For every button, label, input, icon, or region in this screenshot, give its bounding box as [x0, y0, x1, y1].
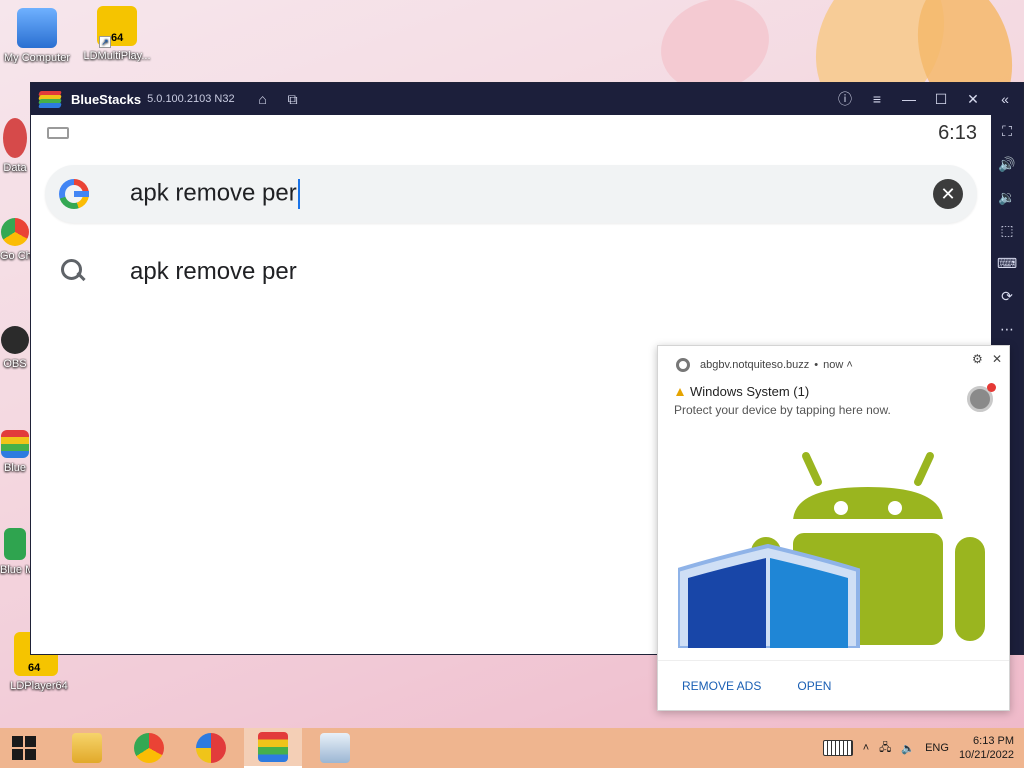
notification-actions: REMOVE ADS OPEN	[658, 660, 1009, 710]
help-icon[interactable]: ⓘ	[835, 89, 855, 109]
computer-icon	[17, 8, 57, 48]
android-status-bar: 6:13	[31, 115, 991, 151]
keyboard-icon[interactable]: ⌨	[991, 247, 1023, 280]
close-icon[interactable]: ✕	[963, 89, 983, 109]
menu-icon[interactable]: ≡	[867, 89, 887, 109]
desktop-icon-bluestacks-multi[interactable]: Blue Multi	[0, 528, 30, 576]
maximize-icon[interactable]: ☐	[931, 89, 951, 109]
taskbar-chrome[interactable]	[120, 728, 178, 768]
vpn-icon	[196, 733, 226, 763]
bluestacks-icon	[1, 430, 29, 458]
system-tray: ˄ 🖧 🔈 ENG 6:13 PM 10/21/2022	[822, 734, 1024, 762]
home-icon[interactable]: ⌂	[253, 89, 273, 109]
volume-up-icon[interactable]: 🔊	[991, 148, 1023, 181]
app-version: 5.0.100.2103 N32	[147, 93, 235, 105]
google-logo-icon	[59, 179, 89, 209]
notification-body: Protect your device by tapping here now.	[674, 403, 891, 417]
notification-image	[678, 434, 996, 648]
fullscreen-icon[interactable]: ⛶	[991, 115, 1023, 148]
chrome-icon	[134, 733, 164, 763]
notification-source: abgbv.notquiteso.buzz	[700, 359, 810, 371]
bluestacks-titlebar[interactable]: BlueStacks 5.0.100.2103 N32 ⌂ ⧉ ⓘ ≡ — ☐ …	[31, 83, 1023, 115]
android-shield-illustration	[678, 452, 991, 648]
text-caret	[297, 179, 300, 209]
taskbar-file-explorer[interactable]	[58, 728, 116, 768]
search-suggestion[interactable]: apk remove per	[45, 245, 977, 299]
touch-keyboard-icon[interactable]	[822, 740, 853, 756]
clear-search-button[interactable]: ✕	[933, 179, 963, 209]
app-title: BlueStacks	[71, 91, 142, 107]
remove-ads-button[interactable]: REMOVE ADS	[682, 679, 761, 693]
windows-logo-icon	[12, 736, 36, 760]
chrome-icon	[1, 218, 29, 246]
open-button[interactable]: OPEN	[797, 679, 831, 693]
close-icon[interactable]: ✕	[992, 352, 1002, 366]
network-icon[interactable]: 🖧	[879, 739, 891, 758]
search-input[interactable]: apk remove per	[130, 179, 933, 209]
taskbar-monitor[interactable]	[306, 728, 364, 768]
ldmultiplayer-icon: 64 ↗	[97, 6, 137, 48]
language-indicator[interactable]: ENG	[925, 742, 949, 754]
search-icon	[61, 259, 87, 285]
gear-icon[interactable]: ⚙	[972, 352, 983, 366]
show-hidden-icons-icon[interactable]: ˄	[863, 742, 869, 754]
taskbar-bluestacks[interactable]	[244, 728, 302, 768]
volume-down-icon[interactable]: 🔉	[991, 181, 1023, 214]
desktop-icon-data[interactable]: Data	[0, 118, 30, 174]
notification-header: abgbv.notquiteso.buzz • now ˄	[676, 358, 853, 372]
keyboard-icon	[47, 127, 69, 139]
warning-icon	[676, 388, 684, 396]
rotate-icon[interactable]: ⟳	[991, 280, 1023, 313]
notification-time: now	[823, 359, 844, 371]
desktop-icon-my-computer[interactable]: My Computer	[2, 8, 72, 64]
taskbar-vpn[interactable]	[182, 728, 240, 768]
settings-badge-icon	[967, 383, 996, 412]
obs-icon	[1, 326, 29, 354]
resource-monitor-icon	[320, 733, 350, 763]
desktop-icon-obs[interactable]: OBS	[0, 326, 30, 370]
chrome-icon	[676, 358, 690, 372]
macro-icon[interactable]: ⋯	[991, 313, 1023, 346]
desktop-icon-bluestacks[interactable]: Blue	[0, 430, 30, 474]
bluestacks-logo-icon	[38, 91, 62, 108]
collapse-sidebar-icon[interactable]: «	[995, 89, 1015, 109]
desktop-icon-ldmultiplayer[interactable]: 64 ↗ LDMultiPlay...	[82, 6, 152, 62]
status-clock: 6:13	[938, 121, 977, 144]
minimize-icon[interactable]: —	[899, 89, 919, 109]
shortcut-arrow-icon: ↗	[99, 36, 111, 48]
chevron-up-icon[interactable]: ˄	[846, 359, 852, 371]
app-icon	[3, 118, 27, 158]
multi-instance-icon	[4, 528, 26, 560]
folder-icon	[72, 733, 102, 763]
taskbar: ˄ 🖧 🔈 ENG 6:13 PM 10/21/2022	[0, 728, 1024, 768]
pointer-icon[interactable]: ⬚	[991, 214, 1023, 247]
taskbar-clock[interactable]: 6:13 PM 10/21/2022	[959, 734, 1014, 762]
desktop-icon-google-chrome[interactable]: Go Ch	[0, 218, 30, 262]
multi-instance-icon[interactable]: ⧉	[283, 89, 303, 109]
suggestion-text: apk remove per	[130, 258, 297, 285]
start-button[interactable]	[0, 728, 48, 768]
search-bar[interactable]: apk remove per ✕	[45, 165, 977, 223]
notification-title: Windows System (1)	[676, 384, 809, 399]
volume-icon[interactable]: 🔈	[901, 742, 915, 755]
notification-popup[interactable]: abgbv.notquiteso.buzz • now ˄ ⚙ ✕ Window…	[657, 345, 1010, 711]
bluestacks-icon	[258, 732, 288, 762]
